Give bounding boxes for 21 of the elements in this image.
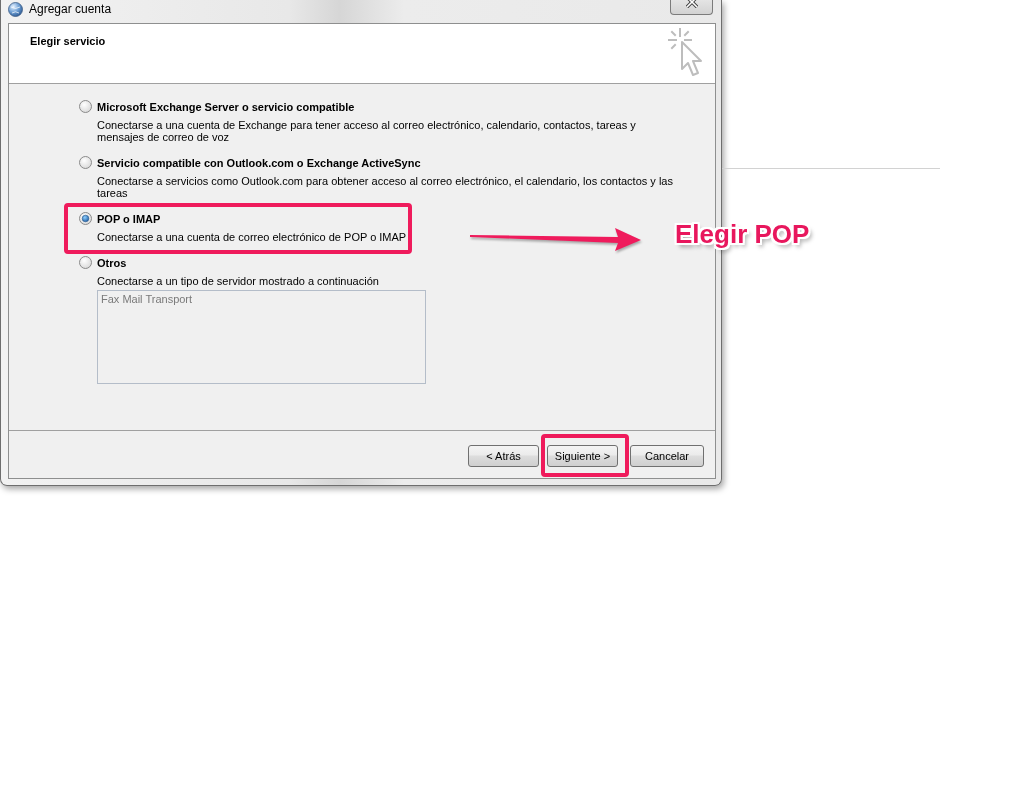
dialog-button[interactable]: Siguiente >	[547, 445, 618, 467]
header-title: Elegir servicio	[30, 35, 106, 48]
radio-button[interactable]	[79, 212, 92, 225]
dialog-button[interactable]: Cancelar	[630, 445, 704, 467]
option-label[interactable]: Servicio compatible con Outlook.com o Exchange ActiveSync	[97, 156, 421, 169]
option-label[interactable]: Microsoft Exchange Server o servicio compatible	[97, 100, 355, 113]
option-description: Conectarse a una cuenta de correo electrónico de POP o IMAP	[97, 231, 407, 243]
radio-button[interactable]	[79, 100, 92, 113]
option-description: Conectarse a un tipo de servidor mostrado a continuación	[97, 275, 380, 287]
radio-button[interactable]	[79, 156, 92, 169]
dialog-button[interactable]: < Atrás	[468, 445, 539, 467]
cursor-icon	[668, 28, 702, 78]
option-label[interactable]: POP o IMAP	[97, 212, 161, 225]
window-title: Agregar cuenta	[29, 1, 112, 17]
close-icon	[685, 0, 698, 8]
app-icon	[8, 2, 23, 17]
option-description: Conectarse a servicios como Outlook.com para obtener acceso al correo electrónico, el calendario, los contactos y las tareas	[97, 175, 674, 199]
close-button[interactable]	[670, 0, 713, 15]
option-label[interactable]: Otros	[97, 256, 127, 269]
radio-button[interactable]	[79, 256, 92, 269]
option-description: Conectarse a una cuenta de Exchange para tener acceso al correo electrónico, calendario, contactos, tareas y mensajes de correo de voz	[97, 119, 637, 143]
